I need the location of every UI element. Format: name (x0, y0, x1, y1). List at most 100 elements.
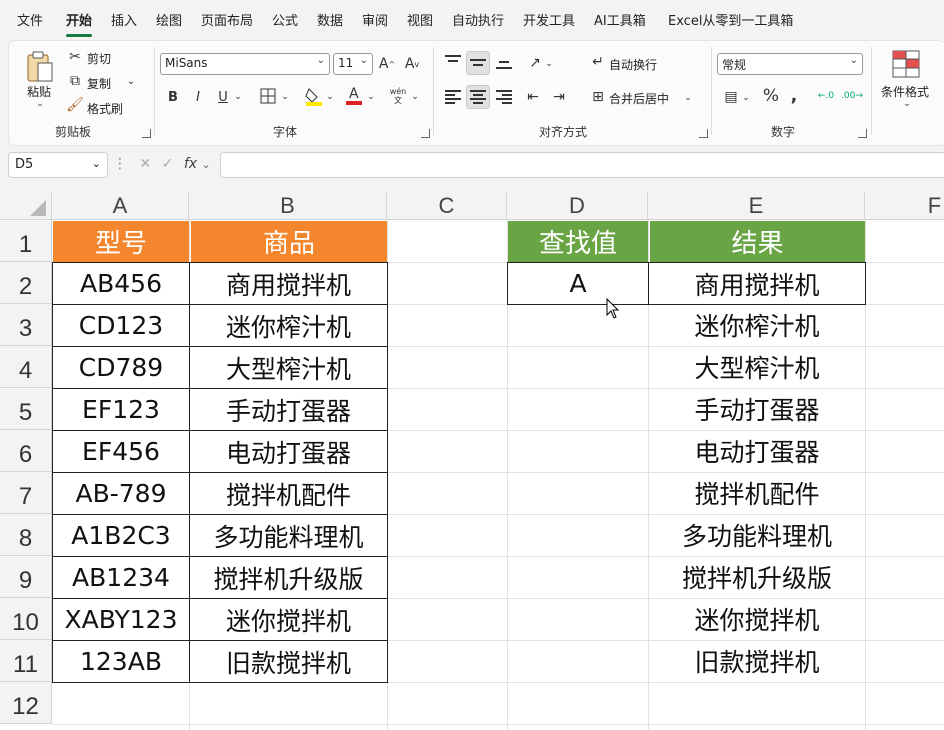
menu-page-layout[interactable]: 页面布局 (201, 10, 253, 29)
clipboard-launcher-icon[interactable] (142, 129, 151, 138)
menu-draw[interactable]: 绘图 (156, 10, 182, 29)
cell-e7[interactable]: 搅拌机配件 (648, 472, 866, 514)
enter-icon[interactable]: ✓ (162, 156, 174, 172)
menu-developer[interactable]: 开发工具 (523, 10, 575, 29)
percent-icon[interactable]: % (761, 86, 781, 106)
row-header-1[interactable]: 1 (0, 220, 52, 262)
cell-b4[interactable]: 大型榨汁机 (189, 346, 388, 389)
column-header-a[interactable]: A (52, 192, 189, 220)
font-color-icon[interactable]: A (345, 85, 363, 105)
cell-b9[interactable]: 搅拌机升级版 (189, 556, 388, 599)
align-right-icon[interactable] (496, 90, 512, 104)
cell-e8[interactable]: 多功能料理机 (648, 514, 866, 556)
cell-b6[interactable]: 电动打蛋器 (189, 430, 388, 473)
wrap-text-button[interactable]: 自动换行 (609, 56, 657, 73)
row-header-5[interactable]: 5 (0, 388, 52, 430)
menu-excel-toolbox[interactable]: Excel从零到一工具箱 (668, 10, 793, 29)
row-header-10[interactable]: 10 (0, 598, 52, 640)
cell-a11[interactable]: 123AB (52, 640, 190, 683)
chevron-down-icon[interactable]: ⌄ (92, 157, 101, 170)
column-header-c[interactable]: C (387, 192, 507, 220)
align-top-icon[interactable] (445, 55, 461, 69)
menu-data[interactable]: 数据 (317, 10, 343, 29)
cell-a3[interactable]: CD123 (52, 304, 190, 347)
spreadsheet-grid[interactable]: A B C D E F 1 2 3 4 5 6 7 8 9 10 11 12 型… (0, 192, 944, 730)
underline-icon[interactable]: U (215, 88, 231, 106)
table-header-model[interactable]: 型号 (53, 221, 189, 262)
decrease-indent-icon[interactable]: ⇤ (523, 87, 543, 107)
column-header-f[interactable]: F (865, 192, 944, 220)
merge-center-button[interactable]: 合并后居中 (609, 90, 669, 107)
column-header-e[interactable]: E (648, 192, 865, 220)
chevron-down-icon[interactable]: ⌄ (544, 57, 554, 71)
row-header-11[interactable]: 11 (0, 640, 52, 682)
cell-b2[interactable]: 商用搅拌机 (189, 262, 388, 305)
menu-view[interactable]: 视图 (407, 10, 433, 29)
alignment-launcher-icon[interactable] (699, 129, 708, 138)
cell-b3[interactable]: 迷你榨汁机 (189, 304, 388, 347)
comma-style-icon[interactable]: , (787, 86, 801, 106)
cell-b7[interactable]: 搅拌机配件 (189, 472, 388, 515)
number-launcher-icon[interactable] (858, 129, 867, 138)
cell-a6[interactable]: EF456 (52, 430, 190, 473)
chevron-down-icon[interactable]: ⌄ (325, 90, 335, 104)
table-header-product[interactable]: 商品 (190, 221, 387, 262)
chevron-down-icon[interactable]: ⌄ (366, 90, 376, 104)
column-header-d[interactable]: D (507, 192, 648, 220)
row-header-2[interactable]: 2 (0, 262, 52, 304)
chevron-down-icon[interactable]: ⌄ (683, 91, 693, 105)
cell-b11[interactable]: 旧款搅拌机 (189, 640, 388, 683)
font-launcher-icon[interactable] (421, 129, 430, 138)
more-icon[interactable]: ⋮ (113, 156, 127, 172)
insert-function-icon[interactable]: fx (184, 156, 197, 172)
cell-e2[interactable]: 商用搅拌机 (648, 262, 866, 305)
bold-icon[interactable]: B (165, 88, 181, 106)
orientation-icon[interactable]: ↗ (525, 53, 545, 73)
cell-b8[interactable]: 多功能料理机 (189, 514, 388, 557)
cell-e9[interactable]: 搅拌机升级版 (648, 556, 866, 598)
chevron-down-icon[interactable]: ⌄ (410, 90, 420, 104)
decrease-decimal-icon[interactable]: .00→ (841, 86, 863, 106)
number-format-select[interactable]: 常规 ⌄ (717, 53, 863, 75)
italic-icon[interactable]: I (190, 88, 206, 106)
chevron-down-icon[interactable]: ⌄ (280, 90, 290, 104)
chevron-down-icon[interactable]: ⌄ (126, 75, 136, 87)
cell-e11[interactable]: 旧款搅拌机 (648, 640, 866, 682)
cancel-icon[interactable]: ✕ (139, 156, 151, 172)
menu-home[interactable]: 开始 (66, 10, 92, 29)
increase-indent-icon[interactable]: ⇥ (549, 87, 569, 107)
font-size-select[interactable]: 11 ⌄ (333, 53, 373, 75)
cell-a2[interactable]: AB456 (52, 262, 190, 305)
cell-b10[interactable]: 迷你搅拌机 (189, 598, 388, 641)
increase-font-icon[interactable]: A ^ (378, 55, 396, 73)
cell-e4[interactable]: 大型榨汁机 (648, 346, 866, 388)
cut-button[interactable]: 剪切 (87, 50, 111, 67)
align-left-icon[interactable] (445, 90, 461, 104)
fill-color-icon[interactable] (305, 86, 323, 106)
cell-e6[interactable]: 电动打蛋器 (648, 430, 866, 472)
menu-ai-toolbox[interactable]: AI工具箱 (594, 10, 646, 29)
row-header-12[interactable]: 12 (0, 682, 52, 724)
lookup-header[interactable]: 查找值 (508, 221, 648, 262)
chevron-down-icon[interactable]: ⌄ (902, 99, 912, 109)
cell-e5[interactable]: 手动打蛋器 (648, 388, 866, 430)
formula-input[interactable] (220, 152, 944, 178)
row-header-4[interactable]: 4 (0, 346, 52, 388)
cell-a8[interactable]: A1B2C3 (52, 514, 190, 557)
paste-icon[interactable] (23, 49, 57, 87)
cell-d2-lookup-value[interactable]: A (507, 262, 649, 305)
select-all-corner[interactable] (0, 192, 52, 220)
menu-insert[interactable]: 插入 (111, 10, 137, 29)
chevron-down-icon[interactable]: ⌄ (202, 158, 211, 171)
cell-e3[interactable]: 迷你榨汁机 (648, 304, 866, 346)
accounting-format-icon[interactable]: ▤ (721, 88, 741, 106)
chevron-down-icon[interactable]: ⌄ (35, 99, 45, 109)
format-painter-button[interactable]: 格式刷 (87, 100, 123, 117)
align-bottom-icon[interactable] (496, 55, 512, 69)
cell-e10[interactable]: 迷你搅拌机 (648, 598, 866, 640)
cell-a7[interactable]: AB-789 (52, 472, 190, 515)
cell-b5[interactable]: 手动打蛋器 (189, 388, 388, 431)
row-header-6[interactable]: 6 (0, 430, 52, 472)
row-header-8[interactable]: 8 (0, 514, 52, 556)
conditional-format-button[interactable]: 条件格式 (881, 83, 929, 100)
